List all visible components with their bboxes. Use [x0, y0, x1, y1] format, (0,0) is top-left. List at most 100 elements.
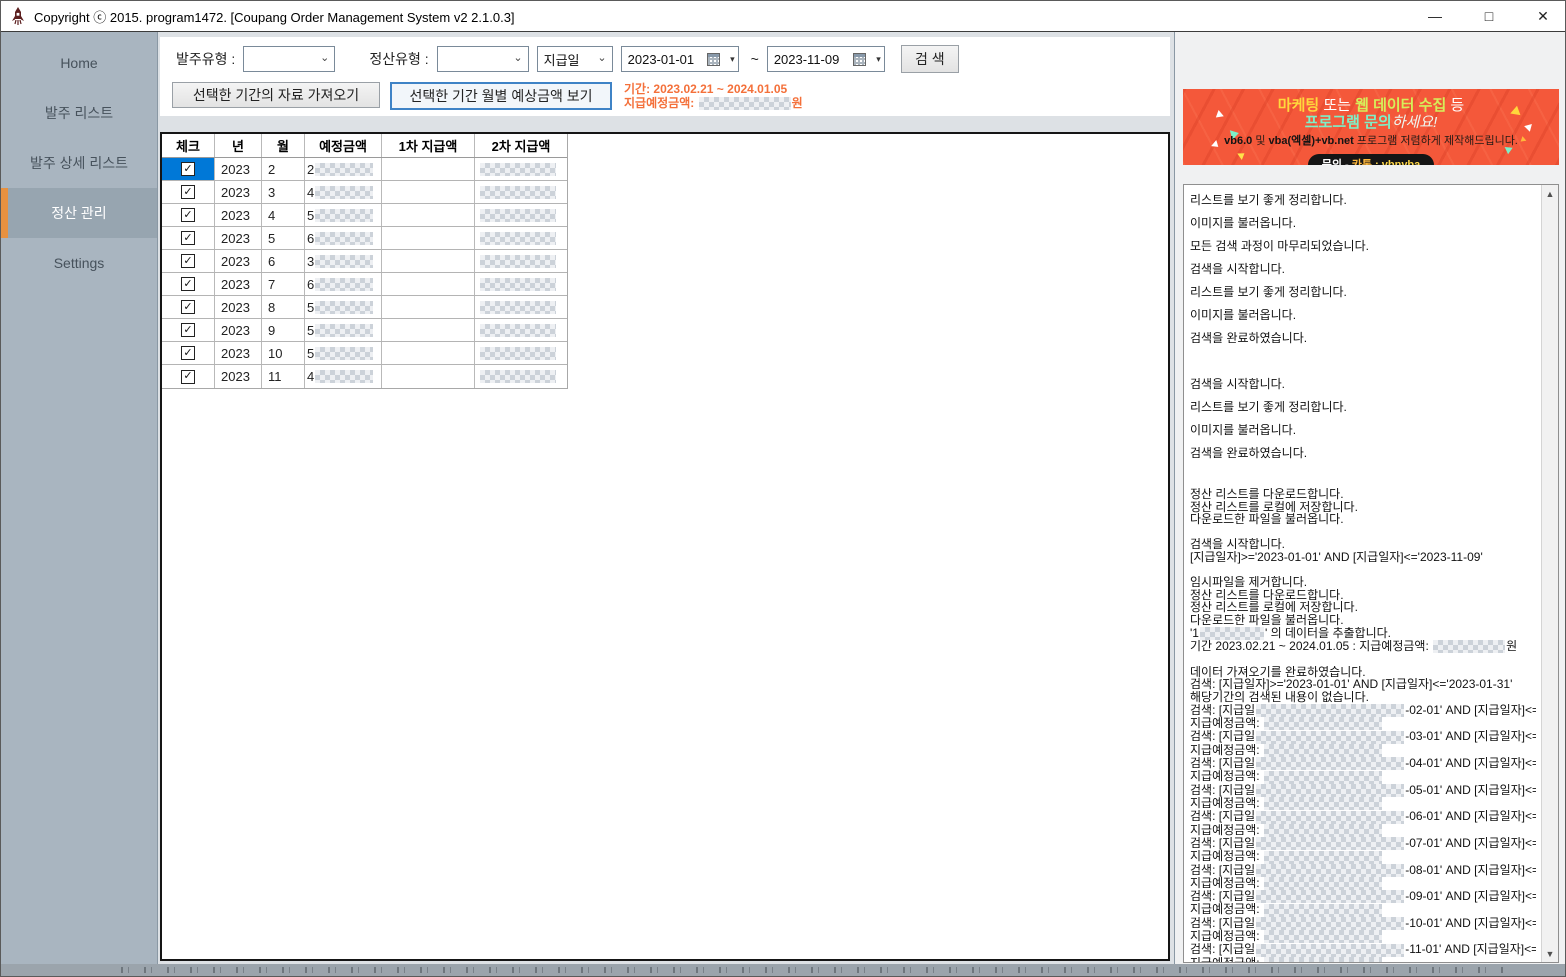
checkbox-cell[interactable]: ✓	[162, 365, 215, 388]
log-scrollbar[interactable]: ▲ ▼	[1541, 185, 1558, 962]
chevron-down-icon: ⌄	[597, 51, 606, 64]
checkbox-cell[interactable]: ✓	[162, 273, 215, 295]
redacted-text	[1256, 811, 1404, 824]
checkbox-cell[interactable]: ✓	[162, 181, 215, 203]
log-box[interactable]: 리스트를 보기 좋게 정리합니다.이미지를 불러옵니다.모든 검색 과정이 마무…	[1183, 184, 1559, 963]
second-payment-cell	[475, 250, 567, 272]
ad-banner[interactable]: 마케팅 또는 웹 데이터 수집 등 프로그램 문의하세요! vb6.0 및 vb…	[1183, 89, 1559, 165]
date-from-value: 2023-01-01	[628, 52, 695, 67]
second-payment-cell	[475, 365, 567, 388]
month-cell: 4	[262, 204, 305, 226]
table-row: ✓2023114	[162, 365, 567, 388]
checkbox-cell[interactable]: ✓	[162, 319, 215, 341]
redacted-text	[1264, 717, 1382, 730]
panel-gap	[160, 116, 1170, 132]
window-controls: — □ ✕	[1427, 1, 1551, 31]
order-type-select[interactable]: ⌄	[243, 46, 335, 72]
second-payment-cell	[475, 227, 567, 249]
table-row: ✓202385	[162, 296, 567, 319]
sidebar-item-settlement[interactable]: 정산 관리	[1, 188, 157, 238]
log-line: 모든 검색 과정이 마무리되었습니다.	[1190, 235, 1536, 258]
checkbox-cell[interactable]: ✓	[162, 227, 215, 249]
banner-text: 마케팅 또는 웹 데이터 수집 등 프로그램 문의하세요! vb6.0 및 vb…	[1183, 89, 1559, 165]
log-line: 검색: [지급일-06-01' AND [지급일자]<='2023-06-30'	[1190, 810, 1536, 823]
monthly-estimate-button[interactable]: 선택한 기간 월별 예상금액 보기	[390, 82, 612, 110]
scroll-down-icon[interactable]: ▼	[1542, 945, 1558, 962]
table-row: ✓202363	[162, 250, 567, 273]
settle-type-label: 정산유형 :	[369, 49, 428, 69]
sidebar-item-settings[interactable]: Settings	[1, 238, 157, 288]
header-cell: 예정금액	[305, 134, 382, 157]
log-line: 리스트를 보기 좋게 정리합니다.	[1190, 396, 1536, 419]
checkbox-cell[interactable]: ✓	[162, 158, 215, 180]
scroll-up-icon[interactable]: ▲	[1542, 185, 1558, 202]
sidebar-item-home[interactable]: Home	[1, 38, 157, 88]
filter-panel: 발주유형 : ⌄ 정산유형 : ⌄ 지급일 ⌄ 202	[160, 37, 1170, 116]
log-line	[1190, 653, 1536, 666]
row-checkbox[interactable]: ✓	[181, 254, 195, 268]
header-cell: 년	[215, 134, 262, 157]
row-checkbox[interactable]: ✓	[181, 370, 195, 384]
row-checkbox[interactable]: ✓	[181, 185, 195, 199]
log-line: 지급예정금액:	[1190, 717, 1536, 730]
checkbox-cell[interactable]: ✓	[162, 296, 215, 318]
month-cell: 2	[262, 158, 305, 180]
row-checkbox[interactable]: ✓	[181, 323, 195, 337]
table-row: ✓202345	[162, 204, 567, 227]
redacted-amount	[315, 232, 373, 245]
redacted-amount	[315, 301, 373, 314]
month-cell: 6	[262, 250, 305, 272]
row-checkbox[interactable]: ✓	[181, 162, 195, 176]
redacted-text	[1256, 704, 1404, 717]
redacted-amount	[315, 347, 373, 360]
date-type-select[interactable]: 지급일 ⌄	[537, 46, 613, 72]
log-line: 정산 리스트를 로컬에 저장합니다.	[1190, 601, 1536, 614]
fetch-period-data-button[interactable]: 선택한 기간의 자료 가져오기	[172, 82, 380, 108]
checkbox-cell[interactable]: ✓	[162, 204, 215, 226]
table-row: ✓202334	[162, 181, 567, 204]
kakao-contact-pill[interactable]: 문의 - 카톡 : vbnvba	[1308, 154, 1435, 165]
date-from-picker[interactable]: 2023-01-01 ▾	[621, 46, 739, 72]
redacted-text	[1264, 957, 1382, 963]
row-checkbox[interactable]: ✓	[181, 346, 195, 360]
sidebar-item-order-detail-list[interactable]: 발주 상세 리스트	[1, 138, 157, 188]
sidebar-item-order-list[interactable]: 발주 리스트	[1, 88, 157, 138]
expected-amount-cell: 5	[305, 342, 382, 364]
redacted-text	[1256, 757, 1404, 770]
expected-amount-cell: 3	[305, 250, 382, 272]
redacted-amount	[480, 209, 556, 222]
row-checkbox[interactable]: ✓	[181, 277, 195, 291]
minimize-button[interactable]: —	[1427, 8, 1443, 24]
filter-row: 발주유형 : ⌄ 정산유형 : ⌄ 지급일 ⌄ 202	[172, 45, 1170, 73]
log-line	[1190, 350, 1536, 373]
sidebar-item-label: 발주 상세 리스트	[30, 153, 128, 173]
redacted-text	[1264, 744, 1382, 757]
first-payment-cell	[382, 250, 475, 272]
log-line: '1' 의 데이터을 추출합니다.	[1190, 627, 1536, 640]
row-checkbox[interactable]: ✓	[181, 208, 195, 222]
date-to-picker[interactable]: 2023-11-09 ▾	[767, 46, 885, 72]
maximize-button[interactable]: □	[1481, 8, 1497, 24]
row-checkbox[interactable]: ✓	[181, 300, 195, 314]
expected-amount-cell: 2	[305, 158, 382, 180]
month-cell: 3	[262, 181, 305, 203]
close-button[interactable]: ✕	[1535, 8, 1551, 25]
sidebar-item-label: Settings	[54, 255, 105, 271]
checkbox-cell[interactable]: ✓	[162, 250, 215, 272]
redacted-amount	[315, 163, 373, 176]
redacted-text	[1256, 944, 1404, 957]
redacted-amount	[315, 209, 373, 222]
order-type-label: 발주유형 :	[176, 49, 235, 69]
search-button[interactable]: 검 색	[901, 45, 959, 73]
checkbox-cell[interactable]: ✓	[162, 342, 215, 364]
expected-amount-cell: 4	[305, 365, 382, 388]
row-checkbox[interactable]: ✓	[181, 231, 195, 245]
log-line: 정산 리스트를 로컬에 저장합니다.	[1190, 501, 1536, 514]
redacted-amount	[480, 324, 556, 337]
second-payment-cell	[475, 204, 567, 226]
log-line: 검색: [지급일-05-01' AND [지급일자]<='2023-05-31'	[1190, 784, 1536, 797]
chevron-down-icon: ▾	[876, 54, 881, 65]
settle-type-select[interactable]: ⌄	[437, 46, 529, 72]
status-strip	[1, 964, 1565, 976]
log-line: 검색을 시작합니다.	[1190, 258, 1536, 281]
